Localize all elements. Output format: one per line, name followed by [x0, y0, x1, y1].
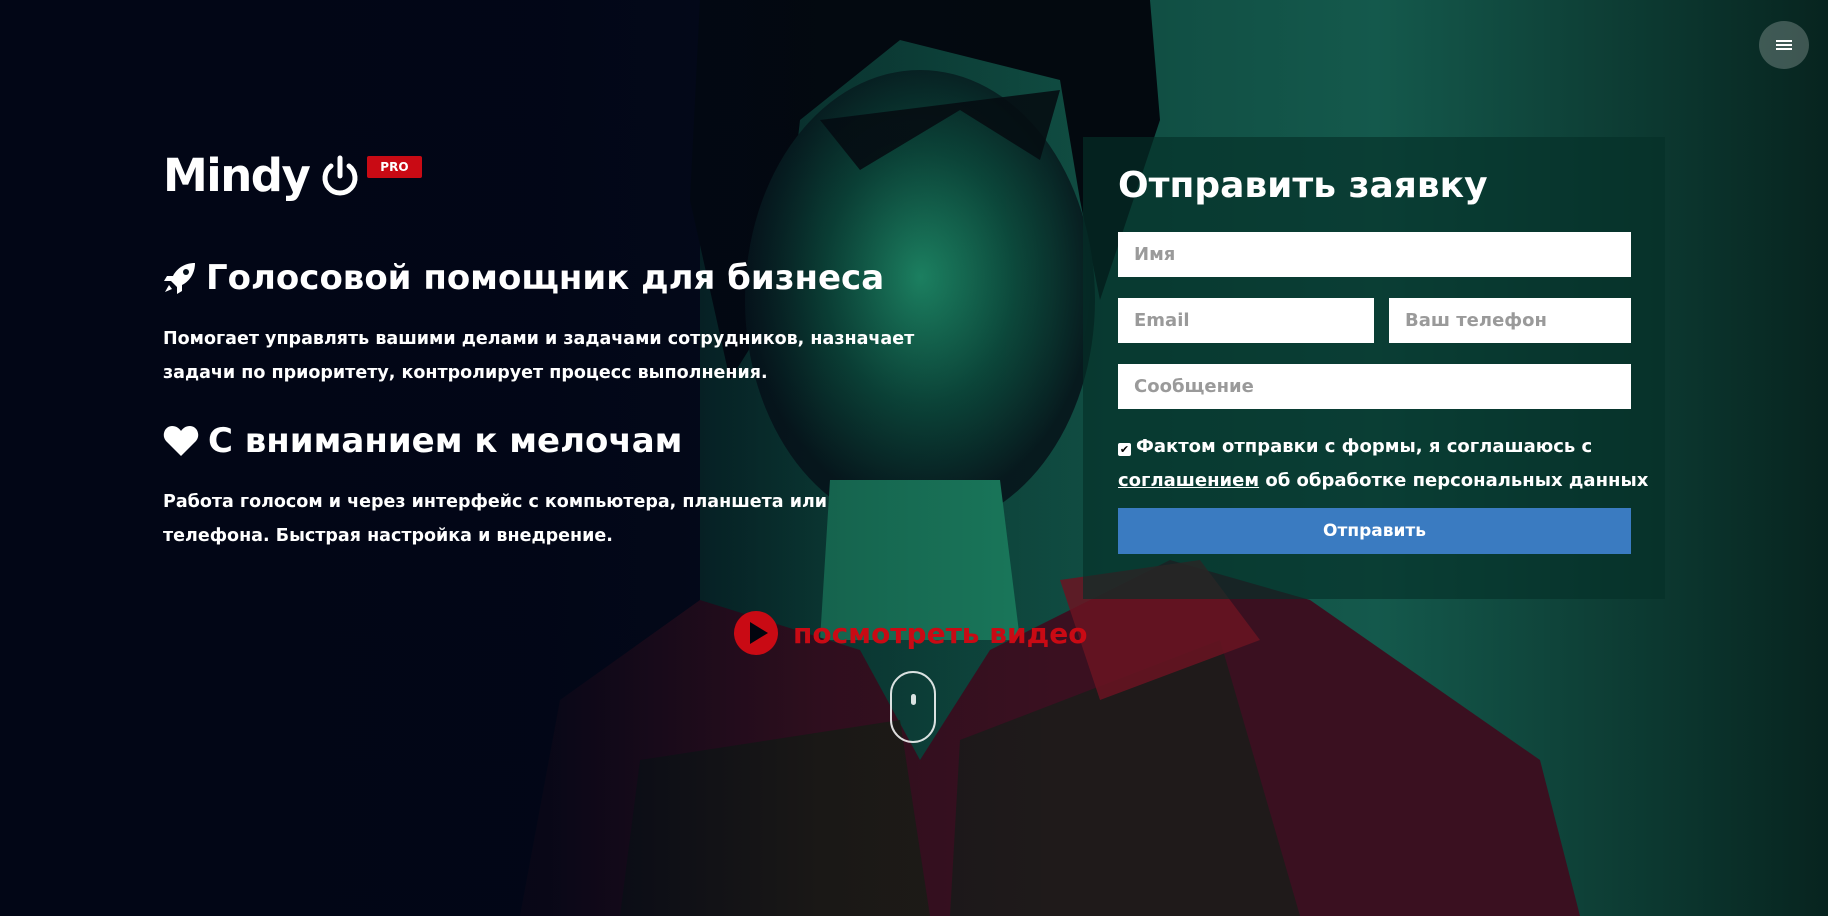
feature-title-attention: С вниманием к мелочам [163, 421, 682, 461]
hamburger-menu-button[interactable] [1759, 21, 1809, 69]
rocket-icon [164, 263, 195, 294]
watch-video-link[interactable]: посмотреть видео [733, 610, 1087, 656]
name-field[interactable] [1118, 232, 1631, 277]
feature-description: Работа голосом и через интерфейс с компь… [163, 492, 828, 546]
message-field[interactable] [1118, 364, 1631, 409]
watch-video-label: посмотреть видео [793, 616, 1088, 650]
feature-title-text: С вниманием к мелочам [208, 421, 683, 461]
feature-title-voice-assistant: Голосовой помощник для бизнеса [163, 258, 884, 298]
consent-text: ✔ Фактом отправки с формы, я соглашаюсь с… [1118, 430, 1658, 498]
form-title: Отправить заявку [1118, 165, 1488, 206]
hamburger-menu-icon [1776, 38, 1792, 52]
email-field[interactable] [1118, 298, 1374, 343]
mouse-scroll-icon[interactable] [890, 671, 936, 743]
feature-title-text: Голосовой помощник для бизнеса [206, 258, 885, 298]
power-icon [322, 155, 358, 196]
logo-text: Mindy [163, 149, 311, 202]
pro-badge: PRO [367, 156, 422, 178]
agreement-link[interactable]: соглашением [1118, 470, 1259, 491]
consent-text-before: Фактом отправки с формы, я соглашаюсь с [1136, 436, 1593, 457]
heart-icon [163, 426, 199, 456]
consent-checkbox[interactable]: ✔ [1118, 443, 1131, 456]
consent-text-after: об обработке персональных данных [1265, 470, 1649, 491]
phone-field[interactable] [1389, 298, 1631, 343]
site-logo[interactable]: Mindy PRO [163, 146, 422, 206]
feature-description: Помогает управлять вашими делами и задач… [163, 329, 915, 383]
submit-button[interactable]: Отправить [1118, 508, 1631, 554]
mouse-wheel [911, 694, 916, 705]
play-icon [734, 611, 778, 655]
